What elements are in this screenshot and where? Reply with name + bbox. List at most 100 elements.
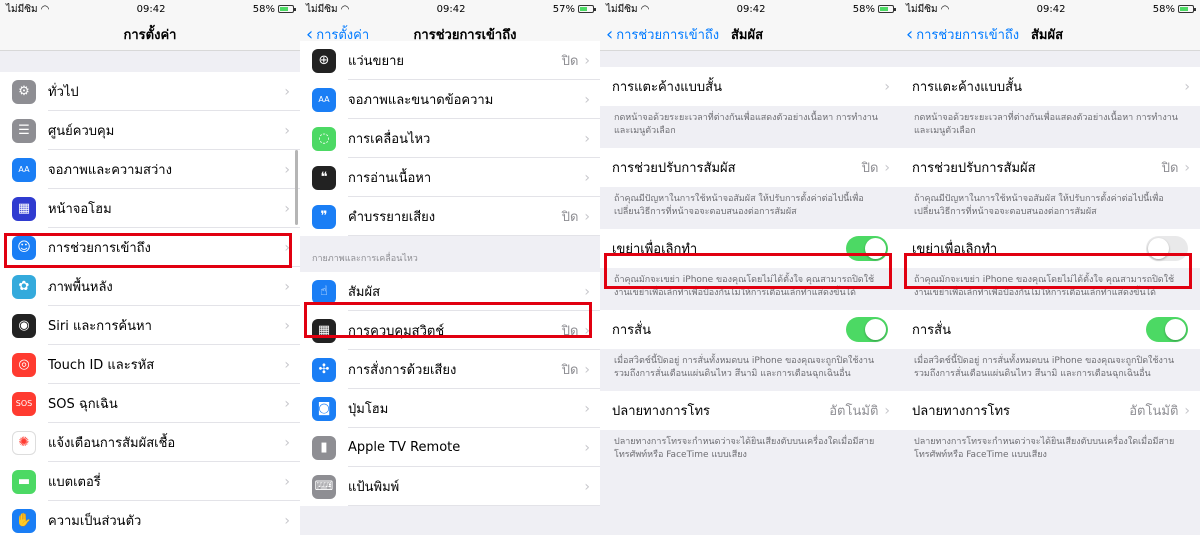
gear-icon: ⚙ <box>12 79 36 104</box>
row-label: ภาพพื้นหลัง <box>48 280 113 295</box>
list-item[interactable]: SOS SOS ฉุกเฉิน › <box>0 384 300 423</box>
list-item[interactable]: AA จอภาพและความสว่าง › <box>0 150 300 189</box>
row-label: การช่วยการเข้าถึง <box>48 241 151 256</box>
wifi-icon: ◠ <box>640 3 650 15</box>
list-item[interactable]: ✣ การสั่งการด้วยเสียง ปิด › <box>300 350 600 389</box>
list-item[interactable]: ⚙ ทั่วไป › <box>0 72 300 111</box>
footnote-vibration: เมื่อสวิตช์นี้ปิดอยู่ การสั่นทั้งหมดบน i… <box>900 349 1200 392</box>
row-label: หน้าจอโฮม <box>48 202 112 217</box>
list-item[interactable]: ◙ ปุ่มโฮม › <box>300 389 600 428</box>
row-value: ปิด <box>561 54 579 69</box>
chevron-right-icon: › <box>584 283 590 300</box>
chevron-right-icon: › <box>284 239 290 256</box>
row-label: SOS ฉุกเฉิน <box>48 397 118 412</box>
clock: 09:42 <box>436 3 466 15</box>
list-item[interactable]: ◌ การเคลื่อนไหว › <box>300 119 600 158</box>
toggle-knob <box>1165 319 1186 341</box>
battery-percent: 57% <box>552 3 575 15</box>
row-value: ปิด <box>561 324 579 339</box>
clock: 09:42 <box>136 3 166 15</box>
chevron-right-icon: › <box>584 208 590 225</box>
list-item[interactable]: ✋ ความเป็นส่วนตัว › <box>0 501 300 535</box>
chevron-left-icon: ‹ <box>906 23 914 45</box>
row-label: แป้นพิมพ์ <box>348 480 400 495</box>
chevron-right-icon: › <box>584 91 590 108</box>
carrier-label: ไม่มีซิม <box>306 3 338 15</box>
page-title: สัมผัส <box>731 27 764 43</box>
screenshot-composite: ไม่มีซิม ◠ 09:42 58% การตั้งค่า ⚙ ทั่วไป › ☰… <box>0 0 1200 535</box>
status-bar: ไม่มีซิม ◠ 09:42 58% <box>0 0 300 18</box>
chevron-right-icon: › <box>1184 78 1190 95</box>
audio-description-icon: ❞ <box>312 204 336 229</box>
row-label: เขย่าเพื่อเลิกทำ <box>912 242 998 258</box>
back-button[interactable]: ‹ การช่วยการเข้าถึง <box>906 18 1019 51</box>
vibration-toggle[interactable] <box>846 317 888 343</box>
chevron-right-icon: › <box>584 322 590 339</box>
toggle-knob <box>1148 238 1169 260</box>
chevron-left-icon: ‹ <box>606 23 614 45</box>
row-label: การอ่านเนื้อหา <box>348 171 432 186</box>
row-call-audio-routing[interactable]: ปลายทางการโทร อัตโนมัติ › <box>900 391 1200 431</box>
list-item[interactable]: ▬ แบตเตอรี่ › <box>0 462 300 501</box>
chevron-right-icon: › <box>284 512 290 529</box>
speech-bubble-icon: ❝ <box>312 165 336 190</box>
fingerprint-icon: ◎ <box>12 352 36 377</box>
row-label: Touch ID และรหัส <box>48 358 155 373</box>
chevron-right-icon: › <box>584 400 590 417</box>
shake-to-undo-toggle[interactable] <box>846 236 888 262</box>
row-touch-accommodations[interactable]: การช่วยปรับการสัมผัส ปิด › <box>600 148 900 188</box>
row-label: การสั่งการด้วยเสียง <box>348 363 457 378</box>
row-value: อัตโนมัติ <box>1129 404 1179 420</box>
row-label: ความเป็นส่วนตัว <box>48 514 142 529</box>
status-bar: ไม่มีซิม ◠ 09:42 58% <box>600 0 900 18</box>
list-item[interactable]: ▦ หน้าจอโฮม › <box>0 189 300 228</box>
list-item[interactable]: ⊕ แว่นขยาย ปิด › <box>300 41 600 80</box>
battery-icon <box>277 5 296 13</box>
row-reachability[interactable]: การแตะค้างแบบสั้น › <box>900 67 1200 106</box>
list-item[interactable]: AA จอภาพและขนาดข้อความ › <box>300 80 600 119</box>
battery-icon <box>577 5 596 13</box>
text-size-aa-icon: AA <box>312 87 336 112</box>
row-label: คำบรรยายเสียง <box>348 210 436 225</box>
row-label: การควบคุมสวิตช์ <box>348 324 445 339</box>
nav-bar: ‹ การช่วยการเข้าถึง สัมผัส <box>900 18 1200 51</box>
list-item[interactable]: ◎ Touch ID และรหัส › <box>0 345 300 384</box>
chevron-right-icon: › <box>584 130 590 147</box>
row-value: ปิด <box>1161 161 1179 177</box>
list-item[interactable]: ▦ การควบคุมสวิตช์ ปิด › <box>300 311 600 350</box>
list-item[interactable]: ❝ การอ่านเนื้อหา › <box>300 158 600 197</box>
list-item[interactable]: ☺ การช่วยการเข้าถึง › <box>0 228 300 267</box>
footnote-call-audio-routing: ปลายทางการโทรจะกำหนดว่าจะได้ยินเสียงตับบ… <box>600 430 900 473</box>
footnote-reachability: กดหน้าจอด้วยระยะเวลาที่ต่างกันเพื่อแสดงต… <box>600 106 900 149</box>
row-reachability[interactable]: การแตะค้างแบบสั้น › <box>600 67 900 106</box>
list-item[interactable]: ▮ Apple TV Remote › <box>300 428 600 467</box>
row-touch-accommodations[interactable]: การช่วยปรับการสัมผัส ปิด › <box>900 148 1200 188</box>
touch-hand-icon: ☝ <box>312 279 336 304</box>
footnote-touch-accommodations: ถ้าคุณมีปัญหาในการใช้หน้าจอสัมผัส ให้ปรั… <box>900 187 1200 230</box>
row-label: Siri และการค้นหา <box>48 319 152 334</box>
footnote-shake-to-undo: ถ้าคุณมักจะเขย่า iPhone ของคุณโดยไม่ได้ต… <box>600 268 900 311</box>
chevron-right-icon: › <box>584 169 590 186</box>
shake-to-undo-toggle[interactable] <box>1146 236 1188 262</box>
row-label: การช่วยปรับการสัมผัส <box>612 161 736 177</box>
flower-icon: ✿ <box>12 274 36 299</box>
chevron-right-icon: › <box>284 83 290 100</box>
list-item[interactable]: ✺ แจ้งเตือนการสัมผัสเชื้อ › <box>0 423 300 462</box>
battery-fill <box>579 7 587 11</box>
battery-fill <box>279 7 288 11</box>
list-item[interactable]: ⌨ แป้นพิมพ์ › <box>300 467 600 506</box>
back-button[interactable]: ‹ การช่วยการเข้าถึง <box>606 18 719 51</box>
list-item[interactable]: ☝ สัมผัส › <box>300 272 600 311</box>
battery-percent: 58% <box>852 3 875 15</box>
list-item[interactable]: ◉ Siri และการค้นหา › <box>0 306 300 345</box>
physical-motor-list: ☝ สัมผัส › ▦ การควบคุมสวิตช์ ปิด › ✣ การสั่งการด… <box>300 272 600 506</box>
list-item[interactable]: ✿ ภาพพื้นหลัง › <box>0 267 300 306</box>
section-header: กายภาพและการเคลื่อนไหว <box>300 236 600 272</box>
list-item[interactable]: ❞ คำบรรยายเสียง ปิด › <box>300 197 600 236</box>
wifi-icon: ◠ <box>40 3 50 15</box>
vibration-toggle[interactable] <box>1146 317 1188 343</box>
battery-fill <box>879 7 888 11</box>
row-call-audio-routing[interactable]: ปลายทางการโทร อัตโนมัติ › <box>600 391 900 431</box>
scrollbar[interactable] <box>295 150 298 225</box>
list-item[interactable]: ☰ ศูนย์ควบคุม › <box>0 111 300 150</box>
